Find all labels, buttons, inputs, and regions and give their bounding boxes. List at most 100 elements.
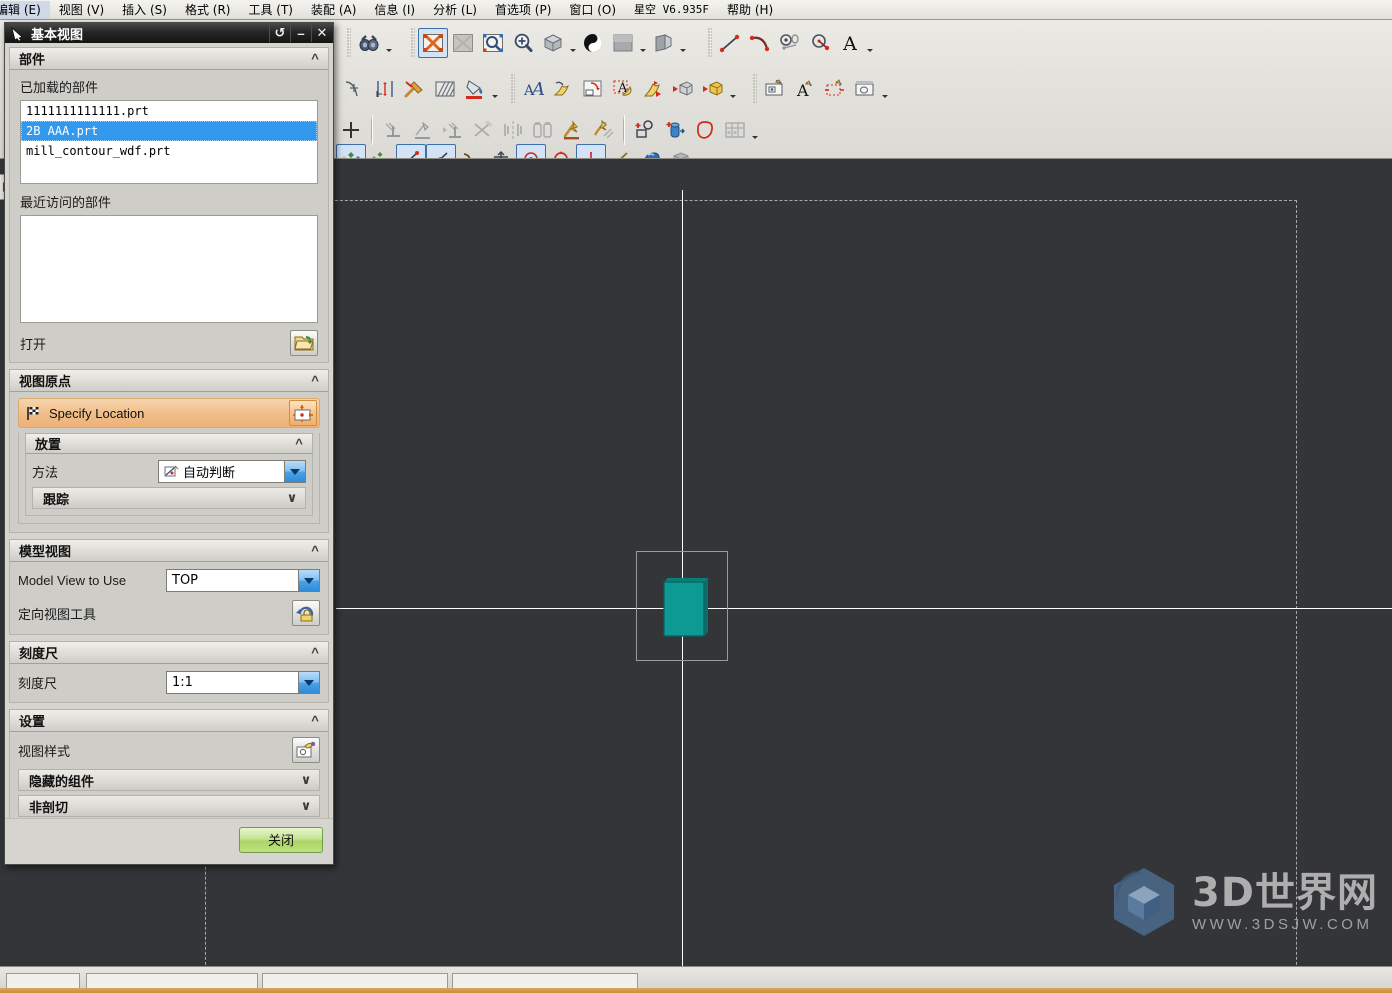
toolbar-button-snap-all[interactable] (336, 144, 366, 158)
menu-format[interactable]: 格式 (R) (176, 1, 240, 19)
toolbar-button-add-point[interactable] (630, 115, 660, 145)
method-combo[interactable]: 自动判断 (158, 460, 306, 483)
toolbar-button-snap-tangent[interactable] (456, 144, 486, 158)
toolbar-button-snap-endpoint[interactable] (396, 144, 426, 158)
toolbar-button-projected-view[interactable]: A (790, 74, 820, 104)
specify-location-row[interactable]: Specify Location (18, 398, 320, 428)
toolbar-button-edit-text[interactable] (548, 74, 578, 104)
toolbar-button-snap-intersection[interactable] (576, 144, 606, 158)
section-header-scale[interactable]: 刻度尺 ^ (9, 641, 329, 664)
toolbar-button-table-dropdown[interactable] (750, 115, 760, 145)
toolbar-button-locate-part-dropdown[interactable] (384, 28, 394, 58)
toolbar-button-update-views[interactable] (638, 74, 668, 104)
toolbar-button-base-view[interactable] (760, 74, 790, 104)
toolbar-grip-icon[interactable] (511, 74, 515, 104)
toolbar-grip-icon[interactable] (411, 28, 415, 58)
chevron-up-icon[interactable]: ^ (302, 642, 328, 663)
toolbar-button-mirror[interactable] (498, 115, 528, 145)
hidden-components-bar[interactable]: 隐藏的组件 ∨ (18, 769, 320, 791)
toolbar-button-snap-solid[interactable] (666, 144, 696, 158)
toolbar-grip-icon[interactable] (347, 28, 351, 58)
chevron-down-icon[interactable]: ∨ (279, 488, 305, 509)
toolbar-button-centerline[interactable] (340, 74, 370, 104)
chevron-down-icon[interactable] (298, 672, 319, 693)
toolbar-button-section[interactable] (648, 28, 678, 58)
toolbar-button-add-solid-view-dropdown[interactable] (728, 74, 738, 104)
toolbar-button-region[interactable] (690, 115, 720, 145)
section-header-settings[interactable]: 设置 ^ (9, 709, 329, 732)
toolbar-button-circle[interactable] (805, 28, 835, 58)
toolbar-button-locate-part[interactable] (354, 28, 384, 58)
toolbar-button-add-cylinder[interactable] (660, 115, 690, 145)
recent-parts-list[interactable] (20, 215, 318, 323)
toolbar-button-arc[interactable] (745, 28, 775, 58)
toolbar-button-snap-arc-center[interactable] (546, 144, 576, 158)
toolbar-button-fit[interactable] (418, 28, 448, 58)
toolbar-button-add-solid-view[interactable] (698, 74, 728, 104)
menu-help[interactable]: 帮助 (H) (718, 1, 782, 19)
menu-edit[interactable]: 编辑 (E) (0, 0, 50, 19)
view-style-button[interactable] (292, 737, 320, 763)
toolbar-button-zoom-window[interactable] (478, 28, 508, 58)
toolbar-button-perp-constraint[interactable] (438, 115, 468, 145)
toolbar-button-detail-view[interactable] (820, 74, 850, 104)
orient-view-button[interactable] (292, 600, 320, 626)
point-constructor-button[interactable] (289, 400, 317, 426)
toolbar-button-annotation-dropdown[interactable] (865, 28, 875, 58)
chevron-up-icon[interactable]: ^ (302, 370, 328, 391)
loaded-parts-list[interactable]: 1111111111111.prt 2B AAA.prt mill_contou… (20, 100, 318, 184)
chevron-up-icon[interactable]: ^ (302, 48, 328, 69)
menu-information[interactable]: 信息 (I) (365, 1, 424, 19)
menu-tools[interactable]: 工具 (T) (239, 1, 302, 19)
toolbar-button-add-view[interactable] (668, 74, 698, 104)
menu-xingkong[interactable]: 星空 V6.935F (625, 1, 718, 19)
toolbar-button-quick-extrude[interactable] (558, 115, 588, 145)
menu-assemblies[interactable]: 装配 (A) (302, 1, 365, 19)
dialog-minimize-button[interactable]: – (290, 24, 311, 42)
dialog-title-bar[interactable]: 基本视图 ↺ – ✕ (5, 23, 333, 43)
toolbar-button-table[interactable] (720, 115, 750, 145)
toolbar-button-pattern[interactable] (528, 115, 558, 145)
chevron-up-icon[interactable]: ^ (286, 433, 312, 454)
non-sectioned-bar[interactable]: 非剖切 ∨ (18, 795, 320, 817)
chevron-down-icon[interactable] (284, 461, 305, 482)
chevron-down-icon[interactable] (298, 570, 319, 591)
toolbar-button-fill-dropdown[interactable] (490, 74, 500, 104)
toolbar-button-background[interactable] (608, 28, 638, 58)
chevron-up-icon[interactable]: ^ (302, 540, 328, 561)
model-view-combo[interactable]: TOP (166, 569, 320, 592)
toolbar-button-annotation-edit[interactable]: A (608, 74, 638, 104)
section-header-placement[interactable]: 放置 ^ (25, 433, 313, 454)
toolbar-button-text-style[interactable]: AA (518, 74, 548, 104)
menu-insert[interactable]: 插入 (S) (113, 1, 176, 19)
toolbar-button-sweep[interactable] (588, 115, 618, 145)
list-item[interactable]: mill_contour_wdf.prt (21, 141, 317, 161)
list-item[interactable]: 2B AAA.prt (21, 121, 317, 141)
toolbar-grip-icon[interactable] (708, 28, 712, 58)
section-header-view-origin[interactable]: 视图原点 ^ (9, 369, 329, 392)
toolbar-button-snap-none[interactable] (366, 144, 396, 158)
toolbar-grip-icon[interactable] (753, 74, 757, 104)
toolbar-button-drawing-sheet[interactable] (578, 74, 608, 104)
toolbar-button-dimension[interactable] (370, 74, 400, 104)
part-solid-body[interactable] (662, 576, 710, 638)
toolbar-button-snap-midpoint[interactable] (426, 144, 456, 158)
toolbar-button-annotation[interactable]: A (835, 28, 865, 58)
toolbar-button-snap-face[interactable] (636, 144, 666, 158)
tracking-bar[interactable]: 跟踪 ∨ (32, 487, 306, 509)
chevron-down-icon[interactable]: ∨ (293, 770, 319, 791)
toolbar-button-constraint[interactable] (408, 115, 438, 145)
toolbar-button-surface-finish[interactable] (400, 74, 430, 104)
toolbar-button-fill[interactable] (460, 74, 490, 104)
toolbar-button-snap-center[interactable] (516, 144, 546, 158)
toolbar-button-snap-quadrant[interactable] (486, 144, 516, 158)
toolbar-button-section-view[interactable] (850, 74, 880, 104)
toolbar-button-intersect[interactable] (468, 115, 498, 145)
scale-combo[interactable]: 1:1 (166, 671, 320, 694)
chevron-up-icon[interactable]: ^ (302, 710, 328, 731)
toolbar-button-snap-point-on-curve[interactable] (606, 144, 636, 158)
toolbar-button-hatch[interactable] (430, 74, 460, 104)
section-header-parts[interactable]: 部件 ^ (9, 47, 329, 70)
menu-window[interactable]: 窗口 (O) (560, 1, 625, 19)
toolbar-button-zoom[interactable] (508, 28, 538, 58)
